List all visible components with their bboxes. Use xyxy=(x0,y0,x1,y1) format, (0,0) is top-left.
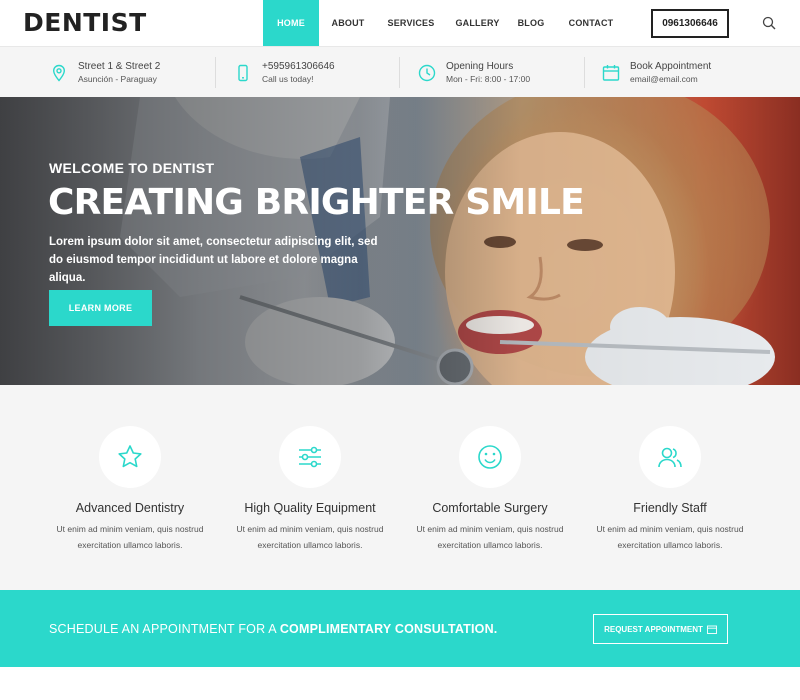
learn-more-button[interactable]: LEARN MORE xyxy=(49,290,152,326)
feature-icon-circle xyxy=(639,426,701,488)
feature-text: Ut enim ad minim veniam, quis nostrud ex… xyxy=(416,524,564,550)
feature-text: Ut enim ad minim veniam, quis nostrud ex… xyxy=(236,524,384,550)
request-appointment-label: REQUEST APPOINTMENT xyxy=(604,624,703,634)
users-icon xyxy=(658,447,682,468)
sliders-icon xyxy=(299,446,321,468)
phone-button[interactable]: 0961306646 xyxy=(651,9,729,38)
nav-gallery[interactable]: GALLERY xyxy=(445,0,510,46)
smile-icon xyxy=(478,445,502,469)
hours-info: Opening Hours Mon - Fri: 8:00 - 17:00 xyxy=(418,47,530,98)
info-bar: Street 1 & Street 2 Asunción - Paraguay … xyxy=(0,46,800,97)
hero-banner: WELCOME TO DENTIST CREATING BRIGHTER SMI… xyxy=(0,97,800,385)
feature-text: Ut enim ad minim veniam, quis nostrud ex… xyxy=(596,524,744,550)
feature-text: Ut enim ad minim veniam, quis nostrud ex… xyxy=(56,524,204,550)
divider xyxy=(399,57,400,88)
hours-value: Mon - Fri: 8:00 - 17:00 xyxy=(446,74,531,84)
nav-services[interactable]: SERVICES xyxy=(377,0,445,46)
feature-title: Comfortable Surgery xyxy=(432,501,548,515)
booking-email[interactable]: email@email.com xyxy=(630,73,711,85)
cta-text: SCHEDULE AN APPOINTMENT FOR A COMPLIMENT… xyxy=(49,622,497,636)
map-pin-icon xyxy=(52,64,66,82)
divider xyxy=(215,57,216,88)
feature-friendly-staff: Friendly Staff Ut enim ad minim veniam, … xyxy=(580,426,760,553)
nav-contact[interactable]: CONTACT xyxy=(552,0,630,46)
features-section: Advanced Dentistry Ut enim ad minim veni… xyxy=(0,385,800,590)
booking-title[interactable]: Book Appointment xyxy=(630,60,711,73)
feature-equipment: High Quality Equipment Ut enim ad minim … xyxy=(220,426,400,553)
hours-title: Opening Hours xyxy=(446,61,514,72)
phone-number[interactable]: +595961306646 xyxy=(262,60,335,73)
cta-text-plain: SCHEDULE AN APPOINTMENT FOR A xyxy=(49,622,280,636)
main-nav: HOME ABOUT SERVICES GALLERY BLOG CONTACT xyxy=(263,0,630,46)
nav-blog[interactable]: BLOG xyxy=(510,0,552,46)
clock-icon xyxy=(418,64,436,81)
star-icon xyxy=(118,445,142,468)
appointment-banner: SCHEDULE AN APPOINTMENT FOR A COMPLIMENT… xyxy=(0,590,800,667)
nav-about[interactable]: ABOUT xyxy=(319,0,377,46)
site-logo[interactable]: DENTIST xyxy=(23,8,147,37)
address-info: Street 1 & Street 2 Asunción - Paraguay xyxy=(50,47,160,98)
address-line: Street 1 & Street 2 xyxy=(78,61,161,72)
feature-title: High Quality Equipment xyxy=(244,501,376,515)
calendar-icon xyxy=(602,64,620,81)
feature-icon-circle xyxy=(459,426,521,488)
feature-title: Advanced Dentistry xyxy=(75,501,185,515)
hero-title: CREATING BRIGHTER SMILE xyxy=(48,182,585,223)
calendar-icon xyxy=(706,625,717,634)
phone-caption: Call us today! xyxy=(262,74,314,84)
nav-home[interactable]: HOME xyxy=(263,0,319,46)
cta-text-bold: COMPLIMENTARY CONSULTATION. xyxy=(279,622,498,636)
phone-icon xyxy=(238,64,248,81)
hero-description: Lorem ipsum dolor sit amet, consectetur … xyxy=(49,236,378,284)
site-header: DENTIST HOME ABOUT SERVICES GALLERY BLOG… xyxy=(0,0,800,46)
feature-advanced-dentistry: Advanced Dentistry Ut enim ad minim veni… xyxy=(40,426,220,553)
request-appointment-button[interactable]: REQUEST APPOINTMENT xyxy=(593,614,728,644)
booking-info: Book Appointment email@email.com xyxy=(602,47,711,98)
feature-icon-circle xyxy=(279,426,341,488)
feature-title: Friendly Staff xyxy=(633,501,707,515)
divider xyxy=(584,57,585,88)
phone-info: +595961306646 Call us today! xyxy=(234,47,335,98)
feature-icon-circle xyxy=(99,426,161,488)
hero-eyebrow: WELCOME TO DENTIST xyxy=(49,160,215,176)
address-city: Asunción - Paraguay xyxy=(78,74,157,84)
feature-comfortable-surgery: Comfortable Surgery Ut enim ad minim ven… xyxy=(400,426,580,553)
search-icon[interactable] xyxy=(762,16,776,30)
